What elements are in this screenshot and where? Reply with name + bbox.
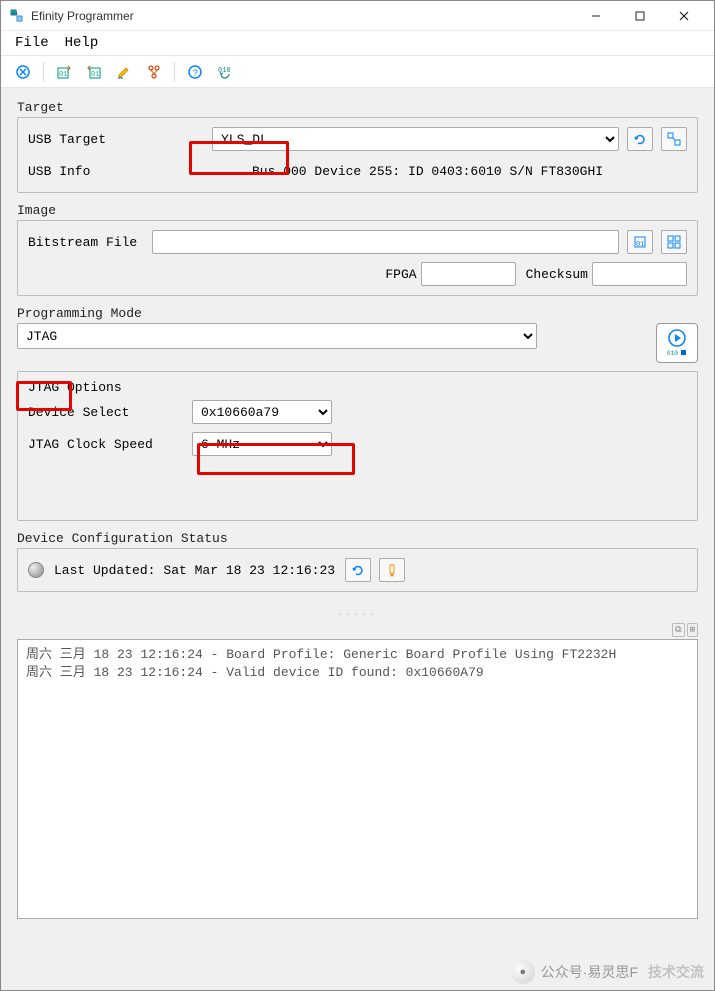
jtag-clock-combo[interactable]: 6 MHz [192, 432, 332, 456]
app-icon: 01 [9, 8, 25, 24]
jtag-options-title: JTAG Options [28, 380, 687, 395]
last-updated-value: Sat Mar 18 23 12:16:23 [163, 563, 335, 578]
help-icon[interactable]: ? [183, 62, 207, 82]
hex-out-icon[interactable]: 01 [82, 62, 106, 82]
binary-update-icon[interactable]: 010 [213, 62, 237, 82]
checksum-value-input[interactable] [592, 262, 687, 286]
status-section-title: Device Configuration Status [17, 531, 698, 546]
image-section-title: Image [17, 203, 698, 218]
wechat-icon: ● [511, 960, 535, 984]
watermark-text-2: 技术交流 [648, 962, 704, 982]
svg-text:01: 01 [12, 11, 18, 17]
log-copy-button[interactable]: ⧉ [672, 623, 684, 637]
usb-target-select[interactable]: YLS_DL [212, 127, 619, 151]
toolbar: 01 01 ? 010 [1, 56, 714, 88]
window-title: Efinity Programmer [31, 9, 574, 23]
programming-mode-select[interactable]: JTAG [17, 323, 537, 349]
usb-info-value: Bus 000 Device 255: ID 0403:6010 S/N FT8… [252, 164, 603, 179]
device-select-label: Device Select [28, 405, 188, 420]
usb-target-label: USB Target [28, 132, 148, 147]
close-button[interactable] [662, 1, 706, 31]
bitstream-label: Bitstream File [28, 235, 148, 250]
edit-icon[interactable] [112, 62, 136, 82]
log-tools: ⧉ ⊞ [1, 623, 714, 637]
bitstream-hex-button[interactable]: 01 [627, 230, 653, 254]
toolbar-separator [174, 62, 175, 82]
checksum-label: Checksum [526, 267, 588, 282]
usb-chain-button[interactable] [661, 127, 687, 151]
target-panel: USB Target YLS_DL USB Info Bus 000 Devic… [17, 117, 698, 193]
fpga-value-input[interactable] [421, 262, 516, 286]
last-updated-label: Last Updated: [54, 563, 155, 578]
bitstream-browse-button[interactable] [661, 230, 687, 254]
toolbar-separator [43, 62, 44, 82]
progmode-section-title: Programming Mode [17, 306, 698, 321]
jtag-clock-label: JTAG Clock Speed [28, 437, 188, 452]
svg-text:01: 01 [91, 71, 99, 79]
watermark-text: 公众号·易灵思F [541, 962, 638, 982]
menu-file[interactable]: File [9, 33, 55, 53]
log-clear-button[interactable]: ⊞ [687, 623, 698, 637]
target-section-title: Target [17, 100, 698, 115]
splitter-handle[interactable]: ····· [1, 610, 714, 621]
svg-text:01: 01 [636, 241, 644, 249]
svg-text:010: 010 [218, 67, 231, 75]
cancel-icon[interactable] [11, 62, 35, 82]
status-indicator-icon [28, 562, 44, 578]
fpga-label: FPGA [385, 267, 416, 282]
usb-info-label: USB Info [28, 164, 148, 179]
watermark: ● 公众号·易灵思F 技术交流 [511, 960, 704, 984]
status-detail-button[interactable] [379, 558, 405, 582]
menu-help[interactable]: Help [59, 33, 105, 53]
log-output[interactable]: 周六 三月 18 23 12:16:24 - Board Profile: Ge… [17, 639, 698, 919]
status-panel: Last Updated: Sat Mar 18 23 12:16:23 [17, 548, 698, 592]
device-select-combo[interactable]: 0x10660a79 [192, 400, 332, 424]
titlebar: 01 Efinity Programmer [1, 1, 714, 31]
bitstream-file-input[interactable] [152, 230, 619, 254]
chain-icon[interactable] [142, 62, 166, 82]
menubar: File Help [1, 31, 714, 56]
svg-text:010: 010 [667, 350, 678, 357]
hex-in-icon[interactable]: 01 [52, 62, 76, 82]
svg-text:?: ? [193, 68, 198, 78]
refresh-usb-button[interactable] [627, 127, 653, 151]
status-refresh-button[interactable] [345, 558, 371, 582]
svg-text:01: 01 [59, 71, 67, 79]
minimize-button[interactable] [574, 1, 618, 31]
image-panel: Bitstream File 01 FPGA Checksum [17, 220, 698, 296]
maximize-button[interactable] [618, 1, 662, 31]
program-run-button[interactable]: 010 [656, 323, 698, 363]
jtag-options-panel: JTAG Options Device Select 0x10660a79 JT… [17, 371, 698, 521]
